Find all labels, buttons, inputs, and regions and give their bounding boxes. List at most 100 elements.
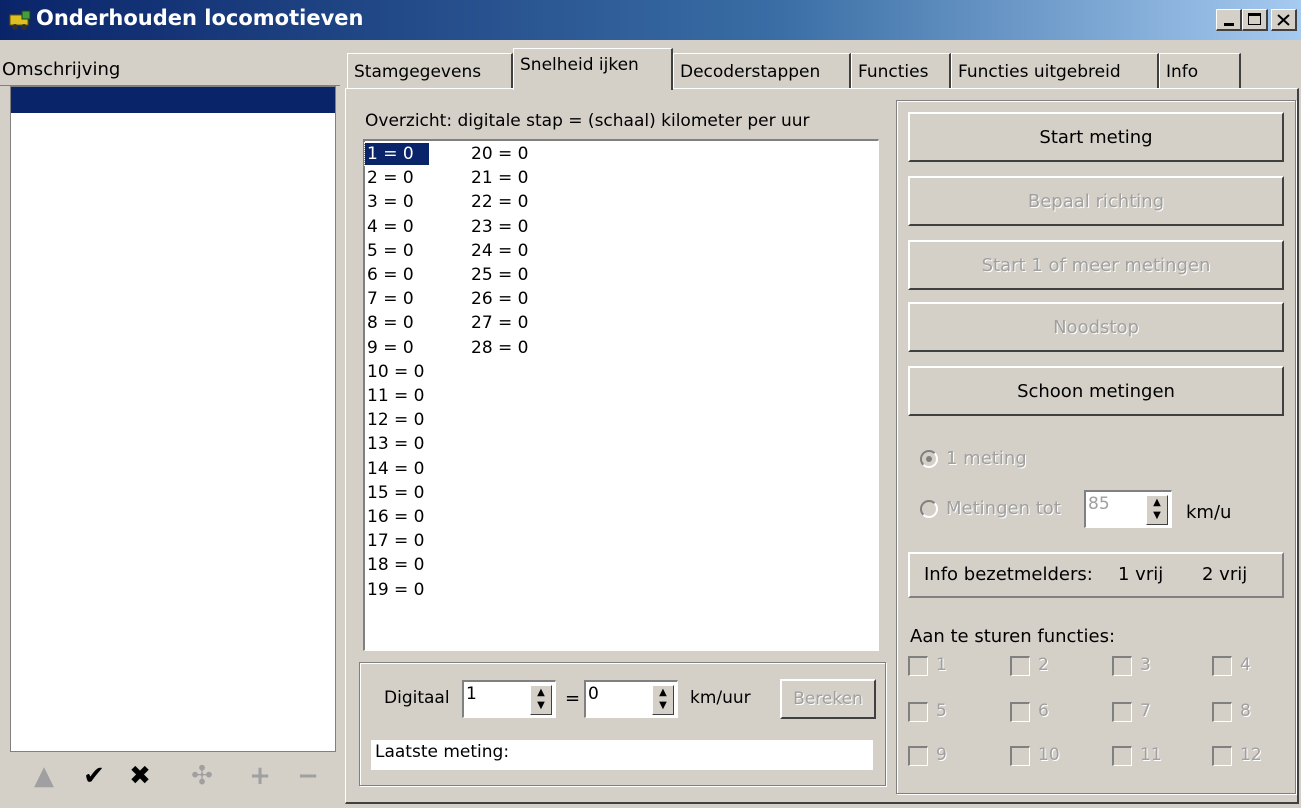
minimize-icon [1224,23,1234,26]
function-checkbox-4[interactable] [1212,656,1232,676]
radio-measure-until[interactable] [920,500,938,518]
list-item[interactable]: 18 = 0 [365,554,425,576]
speed-steps-list[interactable]: 1 = 02 = 03 = 0 4 = 05 = 06 = 07 = 08 = 0… [363,139,879,651]
start-measure-button[interactable]: Start meting [908,112,1284,162]
list-item[interactable]: 11 = 0 [365,385,425,407]
list-item[interactable]: 5 = 0 [365,240,414,262]
maximize-button[interactable] [1242,9,1268,31]
digital-step-value[interactable]: 1 [466,684,477,704]
list-item[interactable]: 13 = 0 [365,433,425,455]
overview-caption: Overzicht: digitale stap = (schaal) kilo… [365,111,810,131]
list-item[interactable]: 25 = 0 [469,264,529,286]
list-item[interactable]: 26 = 0 [469,288,529,310]
spinner-arrows-icon[interactable]: ▲ ▼ [652,685,674,715]
list-item[interactable]: 20 = 0 [469,143,529,165]
function-label: 10 [1038,745,1060,765]
speed-value[interactable]: 0 [588,684,599,704]
list-item-selected[interactable] [11,87,335,113]
list-item[interactable]: 9 = 0 [365,337,414,359]
description-column-header[interactable]: Omschrijving [0,56,340,86]
occupancy-section-1: 1 vrij [1118,564,1164,585]
function-checkbox-11[interactable] [1112,746,1132,766]
function-label: 5 [936,701,947,721]
function-label: 6 [1038,701,1049,721]
function-checkbox-2[interactable] [1010,656,1030,676]
occupancy-label: Info bezetmelders: [924,564,1093,585]
list-item[interactable]: 4 = 0 [365,216,414,238]
function-checkbox-6[interactable] [1010,702,1030,722]
list-item[interactable]: 23 = 0 [469,216,529,238]
clean-measurements-button[interactable]: Schoon metingen [908,366,1284,416]
determine-direction-button[interactable]: Bepaal richting [908,176,1284,226]
list-item[interactable]: 7 = 0 [365,288,414,310]
list-item[interactable]: 15 = 0 [365,482,425,504]
list-item[interactable]: 1 = 0 [364,142,430,166]
locomotive-app-icon [9,10,31,30]
function-checkbox-5[interactable] [908,702,928,722]
function-checkbox-10[interactable] [1010,746,1030,766]
list-item[interactable]: 12 = 0 [365,409,425,431]
function-checkbox-1[interactable] [908,656,928,676]
close-icon [1277,14,1290,26]
maximize-icon [1248,13,1261,25]
occupancy-section-2: 2 vrij [1202,564,1248,585]
function-checkbox-8[interactable] [1212,702,1232,722]
list-item[interactable]: 14 = 0 [365,458,425,480]
list-item[interactable]: 6 = 0 [365,264,414,286]
list-item[interactable]: 19 = 0 [365,579,425,601]
list-item[interactable]: 10 = 0 [365,361,425,383]
tab-info[interactable]: Info [1159,53,1241,89]
check-icon[interactable]: ✔ [74,756,114,796]
close-button[interactable] [1271,9,1297,31]
move-up-icon[interactable]: ▲ [24,756,64,796]
function-checkbox-3[interactable] [1112,656,1132,676]
occupancy-info-box: Info bezetmelders: 1 vrij 2 vrij [908,552,1284,598]
list-item[interactable]: 28 = 0 [469,337,529,359]
minimize-button[interactable] [1216,9,1242,31]
equals-sign: = [565,688,581,709]
list-item[interactable]: 27 = 0 [469,312,529,334]
list-item[interactable]: 8 = 0 [365,312,414,334]
list-item[interactable]: 3 = 0 [365,191,414,213]
function-label: 11 [1140,745,1162,765]
function-label: 8 [1240,701,1251,721]
list-item[interactable]: 21 = 0 [469,167,529,189]
tab-functies-uitgebreid[interactable]: Functies uitgebreid [951,53,1159,89]
speed-spinner[interactable]: 0 ▲ ▼ [584,680,678,718]
measure-until-label: Metingen tot [946,498,1061,519]
function-label: 7 [1140,701,1151,721]
list-item[interactable]: 24 = 0 [469,240,529,262]
tab-snelheid-ijken[interactable]: Snelheid ijken [513,48,673,90]
list-item[interactable]: 17 = 0 [365,530,425,552]
puzzle-icon[interactable]: ✣ [182,756,222,796]
x-icon[interactable]: ✖ [120,756,160,796]
function-label: 4 [1240,655,1251,675]
emergency-stop-button[interactable]: Noodstop [908,302,1284,352]
function-checkbox-9[interactable] [908,746,928,766]
radio-one-measure[interactable] [920,450,938,468]
function-label: 1 [936,655,947,675]
spinner-arrows-icon[interactable]: ▲ ▼ [530,685,552,715]
calculate-button[interactable]: Bereken [780,679,876,719]
minus-icon[interactable]: − [288,756,328,796]
locomotive-list[interactable] [10,86,336,752]
measure-until-value[interactable]: 85 [1088,494,1110,514]
function-label: 12 [1240,745,1262,765]
list-item[interactable]: 2 = 0 [365,167,414,189]
speed-unit: km/uur [690,688,751,708]
start-multiple-button[interactable]: Start 1 of meer metingen [908,240,1284,290]
list-item[interactable]: 16 = 0 [365,506,425,528]
tab-functies[interactable]: Functies [851,53,951,89]
function-checkbox-12[interactable] [1212,746,1232,766]
measure-until-spinner[interactable]: 85 ▲ ▼ [1084,490,1172,528]
function-label: 3 [1140,655,1151,675]
list-item[interactable]: 22 = 0 [469,191,529,213]
function-checkbox-7[interactable] [1112,702,1132,722]
one-measure-label: 1 meting [946,448,1027,469]
title-bar: Onderhouden locomotieven [0,0,1301,40]
tab-decoderstappen[interactable]: Decoderstappen [673,53,851,89]
tab-stamgegevens[interactable]: Stamgegevens [347,53,513,89]
plus-icon[interactable]: + [240,756,280,796]
spinner-arrows-icon[interactable]: ▲ ▼ [1146,495,1168,525]
digital-step-spinner[interactable]: 1 ▲ ▼ [462,680,556,718]
